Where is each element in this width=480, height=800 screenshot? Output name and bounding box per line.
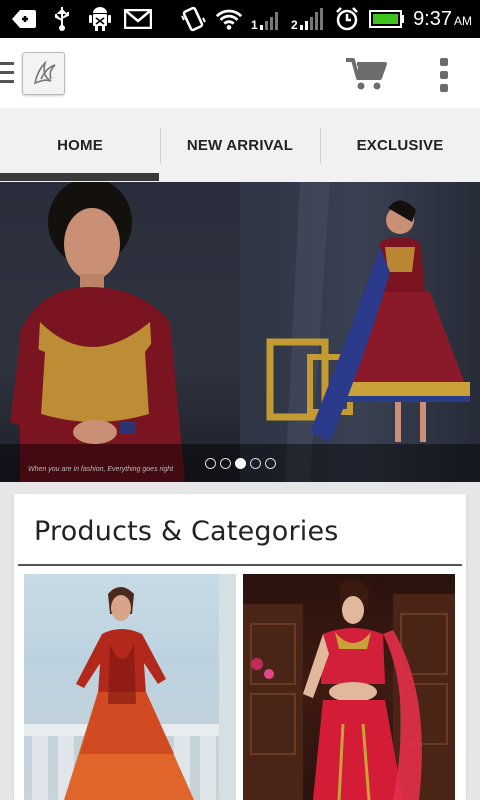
card-divider: [18, 564, 462, 566]
pager-dot[interactable]: [250, 458, 261, 469]
tab-bar: HOME NEW ARRIVAL EXCLUSIVE: [0, 108, 480, 182]
pager-dot[interactable]: [205, 458, 216, 469]
overflow-menu-icon[interactable]: [438, 58, 450, 92]
tab-home[interactable]: HOME: [0, 108, 160, 182]
products-categories-card: Products & Categories: [14, 494, 466, 800]
status-clock: 9:37 AM: [413, 7, 472, 30]
vibrate-icon: [179, 6, 207, 32]
alarm-icon: [333, 6, 361, 32]
card-title: Products & Categories: [34, 516, 339, 547]
pager-dot-active[interactable]: [235, 458, 246, 469]
svg-text:1: 1: [251, 18, 258, 31]
svg-text:2: 2: [291, 18, 298, 31]
wifi-icon: [215, 6, 243, 32]
banner-caption: When you are in fashion, Everything goes…: [28, 466, 174, 473]
product-thumbnail-1[interactable]: [24, 574, 236, 800]
signal-1-icon: 1: [251, 6, 283, 32]
logo-icon[interactable]: [22, 52, 65, 95]
signal-2-icon: 2: [291, 6, 325, 32]
banner-image-left: [0, 182, 240, 482]
pager-dot[interactable]: [265, 458, 276, 469]
notification-icon: [10, 6, 38, 32]
carousel-pager: [205, 458, 276, 469]
android-debug-icon: [86, 6, 114, 32]
pager-dot[interactable]: [220, 458, 231, 469]
banner-carousel[interactable]: When you are in fashion, Everything goes…: [0, 182, 480, 482]
cart-icon[interactable]: [346, 56, 388, 92]
usb-icon: [48, 6, 76, 32]
menu-icon[interactable]: [0, 62, 14, 84]
gmail-icon: [124, 6, 152, 32]
status-bar: 1 2 9:37 AM: [0, 0, 480, 38]
banner-image-right: [240, 182, 480, 482]
tab-selected-indicator: [0, 173, 159, 181]
tab-new-arrival[interactable]: NEW ARRIVAL: [160, 108, 320, 182]
tab-exclusive[interactable]: EXCLUSIVE: [320, 108, 480, 182]
product-thumbnail-2[interactable]: [243, 574, 455, 800]
battery-icon: [369, 6, 405, 32]
app-bar: [0, 38, 480, 108]
